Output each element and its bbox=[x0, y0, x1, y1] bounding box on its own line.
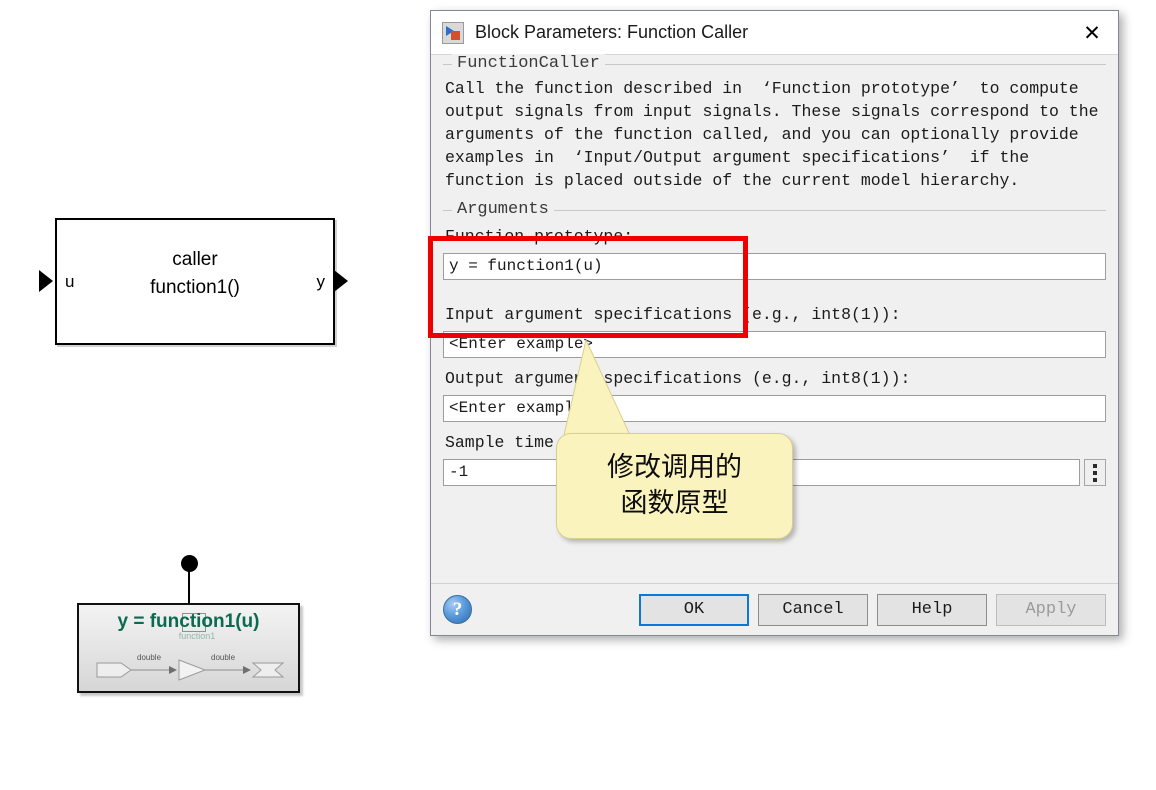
signal-type-label-2: double bbox=[211, 653, 236, 662]
function-caller-block-label: caller function1() bbox=[57, 246, 333, 302]
function-body-preview: double double bbox=[93, 653, 285, 685]
port-label-y: y bbox=[316, 272, 326, 291]
function-caller-block[interactable]: caller function1() u y bbox=[55, 218, 335, 345]
ok-button[interactable]: OK bbox=[639, 593, 749, 626]
arguments-group-legend: Arguments bbox=[452, 200, 554, 219]
caller-keyword: caller bbox=[172, 249, 218, 270]
description-group-legend: FunctionCaller bbox=[452, 54, 605, 73]
close-icon[interactable]: ✕ bbox=[1076, 20, 1108, 46]
dialog-button-row: OK Cancel Help Apply bbox=[639, 593, 1106, 626]
dialog-footer: ? OK Cancel Help Apply bbox=[431, 583, 1118, 635]
input-port-arrow-icon bbox=[39, 270, 53, 292]
function-trigger-line bbox=[188, 570, 190, 605]
description-group: FunctionCaller Call the function describ… bbox=[443, 54, 1106, 196]
dialog-title: Block Parameters: Function Caller bbox=[475, 22, 749, 42]
apply-button: Apply bbox=[996, 593, 1106, 626]
help-icon[interactable]: ? bbox=[443, 595, 472, 624]
dialog-titlebar[interactable]: Block Parameters: Function Caller ✕ bbox=[431, 11, 1118, 54]
signal-type-label-1: double bbox=[137, 653, 162, 662]
simulink-function-block[interactable]: y = function1(u) function1 double double bbox=[77, 603, 300, 693]
description-text: Call the function described in ‘Function… bbox=[445, 79, 1099, 190]
port-label-u: u bbox=[65, 272, 75, 291]
output-port-arrow-icon bbox=[334, 270, 348, 292]
input-argument-specifications-label: Input argument specifications (e.g., int… bbox=[445, 305, 901, 324]
help-button[interactable]: Help bbox=[877, 593, 987, 626]
output-argument-specifications-input[interactable]: <Enter example> bbox=[443, 395, 1106, 422]
caller-function-name: function1() bbox=[150, 277, 240, 298]
screenshot-root: caller function1() u y y = function1(u) … bbox=[0, 0, 1156, 790]
callout-line-1: 修改调用的 bbox=[607, 452, 742, 483]
function-prototype-input[interactable]: y = function1(u) bbox=[443, 253, 1106, 280]
input-argument-specifications-input[interactable]: <Enter example> bbox=[443, 331, 1106, 358]
simulink-block-icon bbox=[442, 21, 464, 44]
callout-line-2: 函数原型 bbox=[620, 488, 729, 519]
cancel-button[interactable]: Cancel bbox=[758, 593, 868, 626]
function-body-preview-svg bbox=[96, 659, 285, 681]
function-prototype-label: Function prototype: bbox=[445, 227, 634, 246]
annotation-callout: 修改调用的 函数原型 bbox=[556, 433, 793, 539]
simulink-function-title: y = function1(u) bbox=[117, 611, 260, 632]
block-parameters-dialog: Block Parameters: Function Caller ✕ Func… bbox=[430, 10, 1119, 636]
sample-time-more-icon[interactable] bbox=[1084, 459, 1106, 486]
trigger-port-label: function1 bbox=[178, 631, 216, 641]
output-argument-specifications-label: Output argument specifications (e.g., in… bbox=[445, 369, 911, 388]
